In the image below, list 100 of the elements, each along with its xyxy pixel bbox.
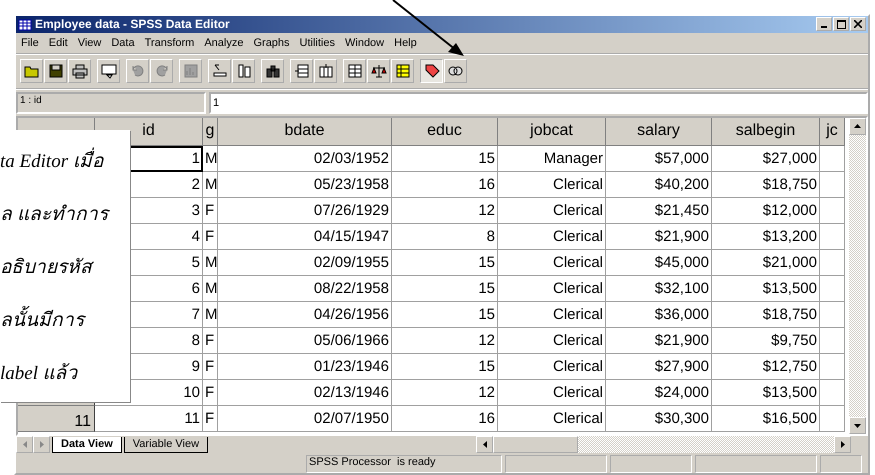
table-cell[interactable]: Clerical <box>498 406 606 432</box>
table-cell[interactable] <box>820 198 845 224</box>
tab-scroll-left-button[interactable] <box>16 436 33 454</box>
close-button[interactable] <box>850 17 866 32</box>
table-cell[interactable]: 11 <box>95 406 203 432</box>
table-cell[interactable]: F <box>203 354 218 380</box>
table-cell[interactable]: 05/23/1958 <box>218 172 392 198</box>
menu-item[interactable]: Window <box>340 36 390 49</box>
table-cell[interactable] <box>820 172 845 198</box>
table-cell[interactable]: 01/23/1946 <box>218 354 392 380</box>
maximize-button[interactable] <box>833 17 849 32</box>
table-cell[interactable]: 04/26/1956 <box>218 302 392 328</box>
table-cell[interactable]: Clerical <box>498 276 606 302</box>
toolbar-button[interactable] <box>208 59 231 84</box>
scroll-up-button[interactable] <box>849 118 866 135</box>
menu-item[interactable]: View <box>72 36 106 49</box>
table-cell[interactable]: 12 <box>392 198 498 224</box>
table-cell[interactable]: F <box>203 406 218 432</box>
table-cell[interactable]: Manager <box>498 146 606 172</box>
table-cell[interactable]: F <box>203 328 218 354</box>
table-cell[interactable]: M <box>203 172 218 198</box>
column-header[interactable]: bdate <box>218 118 392 146</box>
table-cell[interactable]: F <box>203 380 218 406</box>
menu-item[interactable]: Help <box>389 36 422 49</box>
table-cell[interactable]: 15 <box>392 354 498 380</box>
table-cell[interactable]: 15 <box>392 250 498 276</box>
table-cell[interactable] <box>820 354 845 380</box>
table-cell[interactable]: $18,750 <box>712 172 820 198</box>
table-cell[interactable]: $13,200 <box>712 224 820 250</box>
table-cell[interactable]: M <box>203 250 218 276</box>
table-cell[interactable]: $9,750 <box>712 328 820 354</box>
table-cell[interactable]: $21,000 <box>712 250 820 276</box>
table-cell[interactable]: 04/15/1947 <box>218 224 392 250</box>
table-cell[interactable]: M <box>203 276 218 302</box>
table-cell[interactable]: 02/03/1952 <box>218 146 392 172</box>
table-cell[interactable] <box>820 406 845 432</box>
menu-item[interactable]: Utilities <box>294 36 340 49</box>
menu-item[interactable]: Analyze <box>199 36 248 49</box>
table-cell[interactable] <box>820 302 845 328</box>
table-cell[interactable]: Clerical <box>498 380 606 406</box>
table-cell[interactable]: $27,900 <box>606 354 712 380</box>
cell-editor-field[interactable]: 1 <box>209 92 868 114</box>
table-cell[interactable]: $57,000 <box>606 146 712 172</box>
table-cell[interactable]: $32,100 <box>606 276 712 302</box>
menu-item[interactable]: File <box>16 36 44 49</box>
menu-item[interactable]: Data <box>106 36 140 49</box>
table-cell[interactable]: Clerical <box>498 224 606 250</box>
table-cell[interactable] <box>820 380 845 406</box>
menu-item[interactable]: Transform <box>140 36 200 49</box>
table-cell[interactable]: 02/07/1950 <box>218 406 392 432</box>
table-cell[interactable]: Clerical <box>498 328 606 354</box>
toolbar-button[interactable] <box>444 59 467 84</box>
view-tab[interactable]: Variable View <box>124 436 208 453</box>
table-cell[interactable]: 08/22/1958 <box>218 276 392 302</box>
table-cell[interactable]: F <box>203 198 218 224</box>
table-cell[interactable]: 02/13/1946 <box>218 380 392 406</box>
table-cell[interactable]: 15 <box>392 146 498 172</box>
menu-item[interactable]: Graphs <box>248 36 295 49</box>
table-cell[interactable]: 16 <box>392 406 498 432</box>
toolbar-button[interactable] <box>97 59 120 84</box>
table-cell[interactable]: $21,450 <box>606 198 712 224</box>
toolbar-button[interactable] <box>68 59 91 84</box>
column-header[interactable]: jobcat <box>498 118 606 146</box>
table-cell[interactable]: $36,000 <box>606 302 712 328</box>
toolbar-button[interactable] <box>261 59 284 84</box>
toolbar-button[interactable] <box>44 59 67 84</box>
table-cell[interactable] <box>820 328 845 354</box>
table-cell[interactable]: $16,500 <box>712 406 820 432</box>
column-header[interactable]: salary <box>606 118 712 146</box>
table-cell[interactable]: 8 <box>392 224 498 250</box>
row-header[interactable]: 11 <box>18 406 95 432</box>
table-cell[interactable]: $21,900 <box>606 224 712 250</box>
table-cell[interactable]: $24,000 <box>606 380 712 406</box>
toolbar-button[interactable] <box>367 59 390 84</box>
table-cell[interactable]: 15 <box>392 276 498 302</box>
toolbar-button[interactable] <box>290 59 313 84</box>
table-cell[interactable]: $45,000 <box>606 250 712 276</box>
table-cell[interactable]: Clerical <box>498 172 606 198</box>
toolbar-button[interactable] <box>314 59 337 84</box>
minimize-button[interactable] <box>816 17 832 32</box>
table-cell[interactable]: $27,000 <box>712 146 820 172</box>
table-cell[interactable]: Clerical <box>498 302 606 328</box>
table-cell[interactable]: $13,500 <box>712 276 820 302</box>
table-cell[interactable]: 12 <box>392 328 498 354</box>
view-tab[interactable]: Data View <box>52 436 122 453</box>
toolbar-button[interactable] <box>391 59 414 84</box>
table-cell[interactable]: Clerical <box>498 250 606 276</box>
table-cell[interactable]: $21,900 <box>606 328 712 354</box>
table-cell[interactable]: $18,750 <box>712 302 820 328</box>
toolbar-button[interactable] <box>20 59 43 84</box>
scroll-down-button[interactable] <box>849 417 866 434</box>
table-cell[interactable] <box>820 276 845 302</box>
table-cell[interactable] <box>820 224 845 250</box>
table-cell[interactable]: Clerical <box>498 198 606 224</box>
table-cell[interactable] <box>820 146 845 172</box>
column-header[interactable]: jc <box>820 118 845 146</box>
table-cell[interactable] <box>820 250 845 276</box>
toolbar-button[interactable] <box>420 59 443 84</box>
scroll-thumb[interactable] <box>493 436 578 454</box>
table-cell[interactable]: $40,200 <box>606 172 712 198</box>
